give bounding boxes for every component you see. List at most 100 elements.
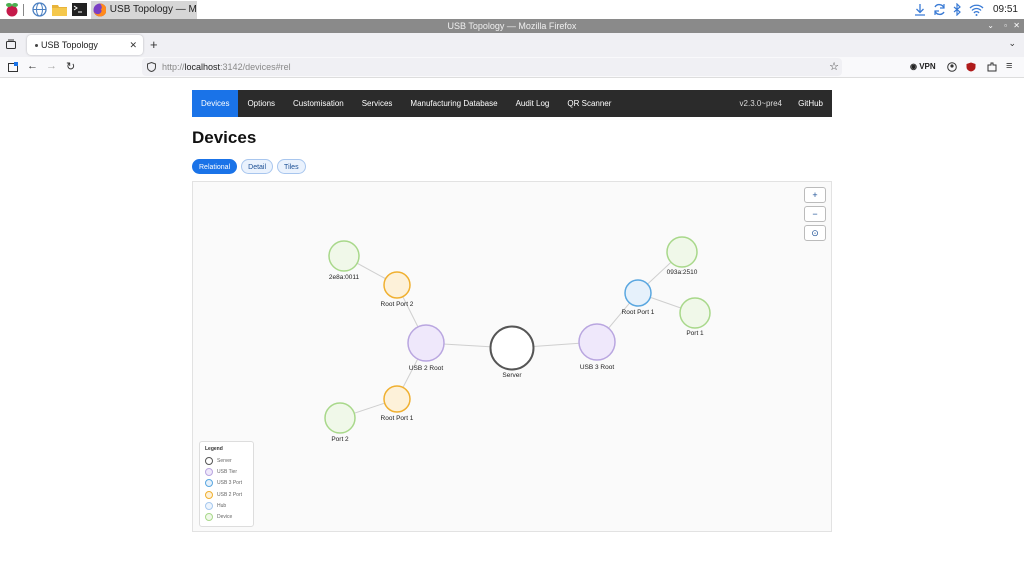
nav-options[interactable]: Options	[238, 90, 284, 117]
vpn-button[interactable]: ◉ VPN	[910, 62, 936, 71]
nav-services[interactable]: Services	[353, 90, 402, 117]
file-manager-icon[interactable]	[51, 2, 67, 18]
app-navbar: Devices Options Customisation Services M…	[192, 90, 832, 117]
legend-swatch-usb-tier	[205, 467, 213, 476]
legend-title: Legend	[205, 446, 223, 452]
raspberry-menu-icon[interactable]	[4, 2, 20, 18]
view-tabs: Relational Detail Tiles	[192, 159, 306, 174]
node-port-2[interactable]: Port 2	[324, 402, 356, 443]
node-label: Port 2	[331, 436, 349, 443]
minimize-icon[interactable]: ⌄	[987, 19, 994, 33]
new-tab-icon[interactable]: +	[150, 37, 158, 52]
nav-devices[interactable]: Devices	[192, 90, 239, 117]
nav-customisation[interactable]: Customisation	[284, 90, 353, 117]
browser-tabbar: USB Topology ✕ + ⌄	[0, 33, 1024, 57]
node-label: Port 1	[686, 330, 704, 337]
web-page: Devices Options Customisation Services M…	[0, 78, 1024, 576]
url-bar[interactable]: http://localhost:3142/devices#rel ☆	[142, 58, 842, 76]
url-text: http://localhost:3142/devices#rel	[162, 62, 291, 72]
node-root-port-1-usb3[interactable]: Root Port 1	[622, 279, 655, 316]
nav-audit-log[interactable]: Audit Log	[507, 90, 559, 117]
node-label: Root Port 2	[381, 301, 414, 308]
taskbar-firefox-task[interactable]: USB Topology — M...	[91, 0, 197, 19]
topology-graph[interactable]: Server USB 2 Root USB 3 Root Root Port 2…	[193, 182, 831, 531]
node-label: Root Port 1	[381, 415, 414, 422]
tab-dot-icon	[35, 43, 38, 47]
node-label: USB 3 Root	[580, 364, 615, 371]
zoom-in-button[interactable]: +	[804, 187, 826, 203]
nav-manufacturing-database[interactable]: Manufacturing Database	[401, 90, 506, 117]
node-device-093a-2510[interactable]: 093a:2510	[666, 236, 698, 276]
legend-label: Hub	[217, 502, 227, 509]
node-usb3root[interactable]: USB 3 Root	[578, 323, 616, 371]
web-browser-icon[interactable]	[31, 2, 47, 18]
url-prefix: http://	[162, 62, 185, 72]
close-window-icon[interactable]: ✕	[1013, 19, 1020, 33]
tab-close-icon[interactable]: ✕	[129, 40, 137, 51]
download-icon[interactable]	[914, 3, 926, 16]
legend-label: USB Tier	[217, 468, 238, 475]
node-label: USB 2 Root	[409, 365, 444, 372]
legend-swatch-device	[205, 513, 213, 522]
node-label: 2e8a:0011	[329, 274, 360, 281]
back-icon[interactable]: ←	[27, 60, 38, 72]
legend-label: Device	[217, 514, 233, 521]
node-usb2root[interactable]: USB 2 Root	[407, 324, 445, 372]
sidebar-icon[interactable]	[8, 62, 19, 73]
system-taskbar: USB Topology — M... 09:51	[0, 0, 1024, 19]
node-root-port-1-usb2[interactable]: Root Port 1	[381, 385, 414, 422]
zoom-controls: + − ⊙	[804, 187, 826, 241]
tab-list-icon[interactable]	[6, 39, 16, 49]
firefox-icon	[93, 2, 106, 16]
tab-menu-chevron-icon[interactable]: ⌄	[1008, 38, 1016, 49]
legend-swatch-server	[205, 456, 213, 465]
legend-item: USB 3 Port	[205, 478, 248, 489]
view-tab-tiles[interactable]: Tiles	[277, 159, 306, 174]
legend-item: Hub	[205, 500, 248, 511]
node-label: Root Port 1	[622, 309, 655, 316]
reload-icon[interactable]: ↻	[66, 60, 75, 73]
legend: Legend Server USB Tier USB 3 Port USB 2 …	[199, 441, 254, 527]
graph-nodes[interactable]: Server USB 2 Root USB 3 Root Root Port 2…	[324, 236, 711, 443]
tab-title: USB Topology	[41, 40, 98, 50]
extensions-icon[interactable]	[987, 62, 997, 72]
legend-swatch-usb3-port	[205, 479, 213, 488]
shield-icon[interactable]	[147, 62, 156, 72]
clock: 09:51	[992, 4, 1018, 15]
topology-canvas[interactable]: Server USB 2 Root USB 3 Root Root Port 2…	[192, 181, 832, 532]
node-device-2e8a-0011[interactable]: 2e8a:0011	[328, 240, 360, 281]
update-icon[interactable]	[933, 3, 946, 16]
nav-qr-scanner[interactable]: QR Scanner	[558, 90, 620, 117]
terminal-icon[interactable]	[71, 2, 87, 18]
taskbar-separator	[23, 3, 24, 16]
node-server[interactable]: Server	[489, 325, 535, 380]
fit-view-button[interactable]: ⊙	[804, 225, 826, 241]
url-host: localhost	[184, 62, 221, 72]
window-title: USB Topology — Mozilla Firefox	[447, 21, 577, 31]
bookmark-star-icon[interactable]: ☆	[829, 60, 839, 73]
url-rest: :3142/devices#rel	[220, 62, 291, 72]
taskbar-task-title: USB Topology — M...	[109, 4, 197, 15]
zoom-out-button[interactable]: −	[804, 206, 826, 222]
app-menu-icon[interactable]: ≡	[1006, 60, 1012, 72]
page-title: Devices	[192, 128, 257, 147]
view-tab-relational[interactable]: Relational	[192, 159, 238, 174]
github-link[interactable]: GitHub	[798, 90, 823, 117]
forward-icon[interactable]: →	[46, 60, 57, 72]
legend-item: USB Tier	[205, 466, 248, 477]
node-root-port-2[interactable]: Root Port 2	[381, 271, 414, 308]
node-label: 093a:2510	[667, 269, 698, 276]
browser-tab[interactable]: USB Topology ✕	[27, 35, 143, 55]
wifi-icon[interactable]	[969, 4, 984, 16]
node-port-1[interactable]: Port 1	[679, 297, 711, 337]
browser-navbar: ← → ↻ http://localhost:3142/devices#rel …	[0, 57, 1024, 78]
node-label: Server	[502, 372, 522, 379]
legend-swatch-hub	[205, 501, 213, 510]
view-tab-detail[interactable]: Detail	[241, 159, 274, 174]
maximize-icon[interactable]: ▫	[1004, 19, 1007, 33]
account-icon[interactable]	[947, 62, 957, 72]
window-titlebar: USB Topology — Mozilla Firefox ⌄ ▫ ✕	[0, 19, 1024, 33]
legend-label: USB 2 Port	[217, 491, 243, 498]
ublock-icon[interactable]	[966, 62, 976, 72]
bluetooth-icon[interactable]	[953, 3, 962, 16]
